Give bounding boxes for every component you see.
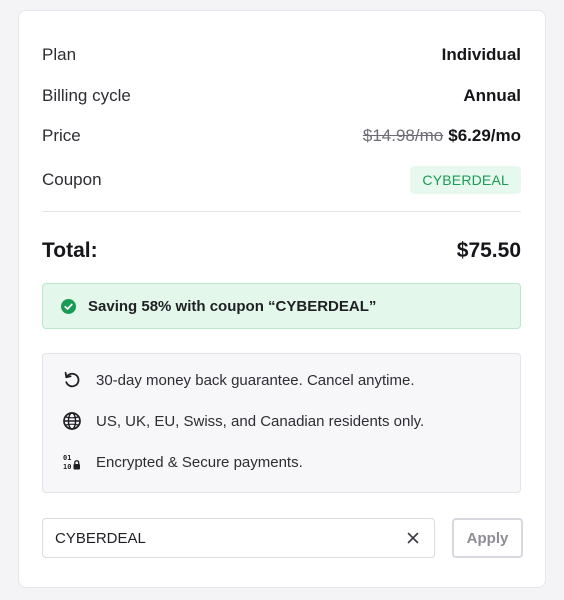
coupon-row: Coupon CYBERDEAL bbox=[42, 166, 521, 194]
divider bbox=[42, 211, 521, 212]
info-item-money-back: 30-day money back guarantee. Cancel anyt… bbox=[61, 368, 510, 392]
apply-button[interactable]: Apply bbox=[452, 518, 523, 558]
price-label: Price bbox=[42, 126, 81, 145]
saving-text: Saving 58% with coupon “CYBERDEAL” bbox=[88, 297, 377, 315]
order-summary-card: Plan Individual Billing cycle Annual Pri… bbox=[18, 10, 546, 588]
saving-banner: Saving 58% with coupon “CYBERDEAL” bbox=[42, 283, 521, 329]
svg-text:01: 01 bbox=[63, 454, 71, 462]
total-row: Total: $75.50 bbox=[42, 236, 521, 266]
discounted-price: $6.29/mo bbox=[448, 126, 521, 145]
info-text: Encrypted & Secure payments. bbox=[96, 453, 303, 471]
close-icon[interactable] bbox=[404, 529, 422, 547]
price-value: $14.98/mo $6.29/mo bbox=[363, 126, 521, 146]
info-text: US, UK, EU, Swiss, and Canadian resident… bbox=[96, 412, 425, 430]
total-label: Total: bbox=[42, 239, 98, 262]
coupon-badge: CYBERDEAL bbox=[410, 166, 521, 194]
svg-text:10: 10 bbox=[63, 463, 71, 471]
plan-value: Individual bbox=[441, 45, 521, 64]
price-row: Price $14.98/mo $6.29/mo bbox=[42, 122, 521, 150]
coupon-label: Coupon bbox=[42, 170, 102, 189]
original-price: $14.98/mo bbox=[362, 126, 444, 145]
refresh-icon bbox=[61, 369, 83, 391]
plan-label: Plan bbox=[42, 45, 77, 64]
check-circle-icon bbox=[61, 298, 76, 314]
info-item-secure-payments: 01 10 Encrypted & Secure payments. bbox=[61, 450, 510, 474]
binary-lock-icon: 01 10 bbox=[61, 451, 83, 473]
globe-icon bbox=[61, 410, 83, 432]
coupon-input[interactable] bbox=[55, 529, 404, 547]
info-text: 30-day money back guarantee. Cancel anyt… bbox=[96, 371, 415, 389]
total-value: $75.50 bbox=[456, 239, 521, 262]
billing-cycle-row: Billing cycle Annual bbox=[42, 82, 521, 110]
billing-cycle-value: Annual bbox=[463, 86, 521, 105]
info-item-residency: US, UK, EU, Swiss, and Canadian resident… bbox=[61, 409, 510, 433]
plan-row: Plan Individual bbox=[42, 41, 521, 69]
guarantee-info-box: 30-day money back guarantee. Cancel anyt… bbox=[42, 353, 521, 493]
coupon-field[interactable] bbox=[42, 518, 435, 558]
billing-cycle-label: Billing cycle bbox=[42, 86, 131, 105]
